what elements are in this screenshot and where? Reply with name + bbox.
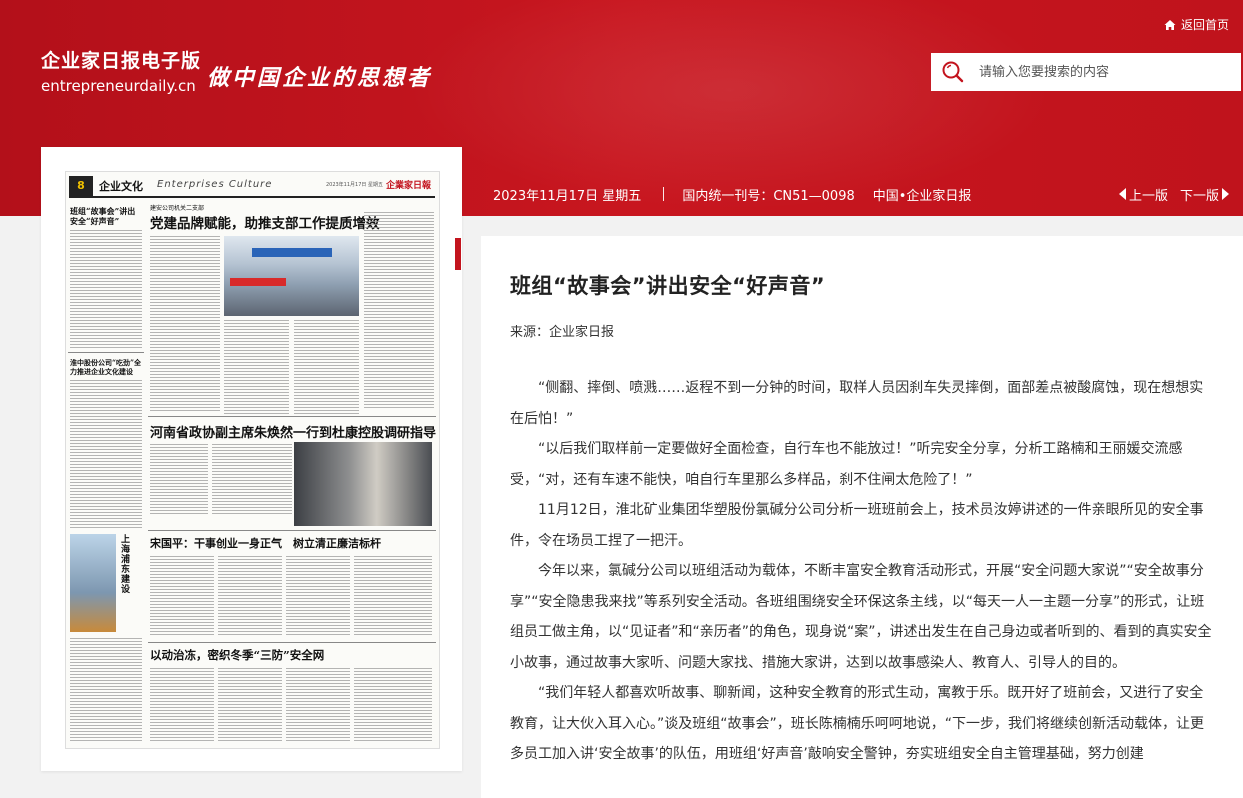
text-block	[150, 556, 214, 636]
home-icon	[1164, 19, 1176, 30]
text-block	[70, 638, 142, 742]
column-rule	[68, 352, 144, 353]
home-link-label: 返回首页	[1180, 18, 1229, 32]
article-source: 来源：企业家日报	[510, 325, 615, 340]
chevron-right-icon	[1222, 188, 1229, 200]
brand-title: 企业家日报电子版	[41, 50, 202, 72]
text-block	[294, 320, 359, 414]
text-block	[364, 212, 434, 408]
headline-kicker: 建安公司机关二支部	[150, 205, 205, 212]
article-panel: 班组“故事会”讲出安全“好声音” 来源：企业家日报 “侧翻、摔倒、喷溅……返程不…	[481, 236, 1243, 798]
headline-side-2[interactable]: 淮中股份公司“吃劲”全力推进企业文化建设	[70, 358, 142, 376]
search-box	[931, 53, 1241, 91]
text-block	[218, 668, 282, 742]
headline-main[interactable]: 党建品牌赋能，助推支部工作提质增效	[150, 212, 380, 232]
text-block	[70, 380, 142, 530]
team-photo	[224, 236, 359, 316]
paper-name: 中国•企业家日报	[872, 188, 972, 204]
column-rule	[148, 642, 436, 643]
article-paragraph: 11月12日，淮北矿业集团华塑股份氯碱分公司分析一班班前会上，技术员汝婷讲述的一…	[510, 502, 1204, 549]
article-paragraph: “以后我们取样前一定要做好全面检查，自行车也不能放过！”听完安全分享，分析工路楠…	[510, 441, 1183, 488]
photo-banner	[252, 248, 332, 257]
scroll-indicator	[455, 238, 461, 270]
headline-side-1[interactable]: 班组“故事会”讲出安全“好声音”	[70, 206, 140, 226]
headline-second[interactable]: 河南省政协副主席朱焕然一行到杜康控股调研指导	[150, 422, 436, 441]
newspaper-panel: 8 企业文化 Enterprises Culture 2023年11月17日 星…	[41, 147, 462, 771]
page-logo: 企業家日報	[385, 181, 431, 191]
column-rule	[148, 416, 436, 417]
headline-third[interactable]: 宋国平：干事创业一身正气 树立清正廉洁标杆	[150, 535, 381, 551]
article-body: “侧翻、摔倒、喷溅……返程不到一分钟的时间，取样人员因刹车失灵摔倒，面部差点被酸…	[510, 373, 1212, 770]
article-paragraph: 今年以来，氯碱分公司以班组活动为载体，不断丰富安全教育活动形式，开展“安全问题大…	[510, 563, 1212, 671]
article-paragraph: “我们年轻人都喜欢听故事、聊新闻，这种安全教育的形式生动，寓教于乐。既开好了班前…	[510, 685, 1205, 762]
text-block	[70, 230, 142, 348]
text-block	[354, 556, 432, 636]
column-rule	[148, 530, 436, 531]
issue-date: 2023年11月17日 星期五	[493, 188, 642, 204]
headline-fourth[interactable]: 以动治冻，密织冬季“三防”安全网	[150, 647, 324, 663]
text-block	[150, 444, 208, 514]
photo-sign	[230, 278, 286, 286]
page-masthead: 8 企业文化 Enterprises Culture 2023年11月17日 星…	[69, 176, 435, 198]
issue-info-bar: 2023年11月17日 星期五 国内统一刊号：CN51—0098 中国•企业家日…	[481, 175, 1243, 213]
text-block	[212, 444, 292, 514]
issn-number: 国内统一刊号：CN51—0098	[682, 188, 855, 204]
article-title: 班组“故事会”讲出安全“好声音”	[510, 274, 826, 298]
brand-domain: entrepreneurdaily.cn	[41, 77, 196, 95]
page-section-title: 企业文化	[99, 180, 143, 193]
next-page-label: 下一版	[1179, 188, 1219, 204]
chevron-left-icon	[1118, 188, 1126, 200]
text-block	[150, 668, 214, 742]
home-link[interactable]: 返回首页	[1164, 16, 1229, 33]
text-block	[354, 668, 432, 742]
text-block	[286, 668, 350, 742]
next-page-button[interactable]: 下一版	[1180, 185, 1229, 204]
prev-page-label: 上一版	[1128, 188, 1168, 204]
text-block	[286, 556, 350, 636]
article-paragraph: “侧翻、摔倒、喷溅……返程不到一分钟的时间，取样人员因刹车失灵摔倒，面部差点被酸…	[510, 380, 1204, 427]
text-block	[218, 556, 282, 636]
text-block	[224, 320, 289, 414]
text-block	[150, 236, 220, 412]
meeting-photo	[294, 442, 432, 526]
site-slogan: 做中国企业的思想者	[207, 65, 433, 91]
search-input[interactable]	[977, 63, 1221, 81]
info-divider	[663, 187, 665, 201]
vertical-headline[interactable]: 上海浦东建设	[118, 534, 131, 594]
newspaper-page-image[interactable]: 8 企业文化 Enterprises Culture 2023年11月17日 星…	[65, 171, 440, 749]
page-date-line: 2023年11月17日 星期五	[325, 182, 383, 188]
page-section-english: Enterprises Culture	[157, 179, 273, 190]
page-pager: 上一版 下一版	[1118, 175, 1229, 213]
search-icon[interactable]	[941, 60, 965, 84]
site-brand[interactable]: 企业家日报电子版 entrepreneurdaily.cn	[41, 50, 201, 96]
workers-photo	[70, 534, 116, 632]
prev-page-button[interactable]: 上一版	[1118, 185, 1168, 204]
page-number: 8	[69, 176, 93, 196]
